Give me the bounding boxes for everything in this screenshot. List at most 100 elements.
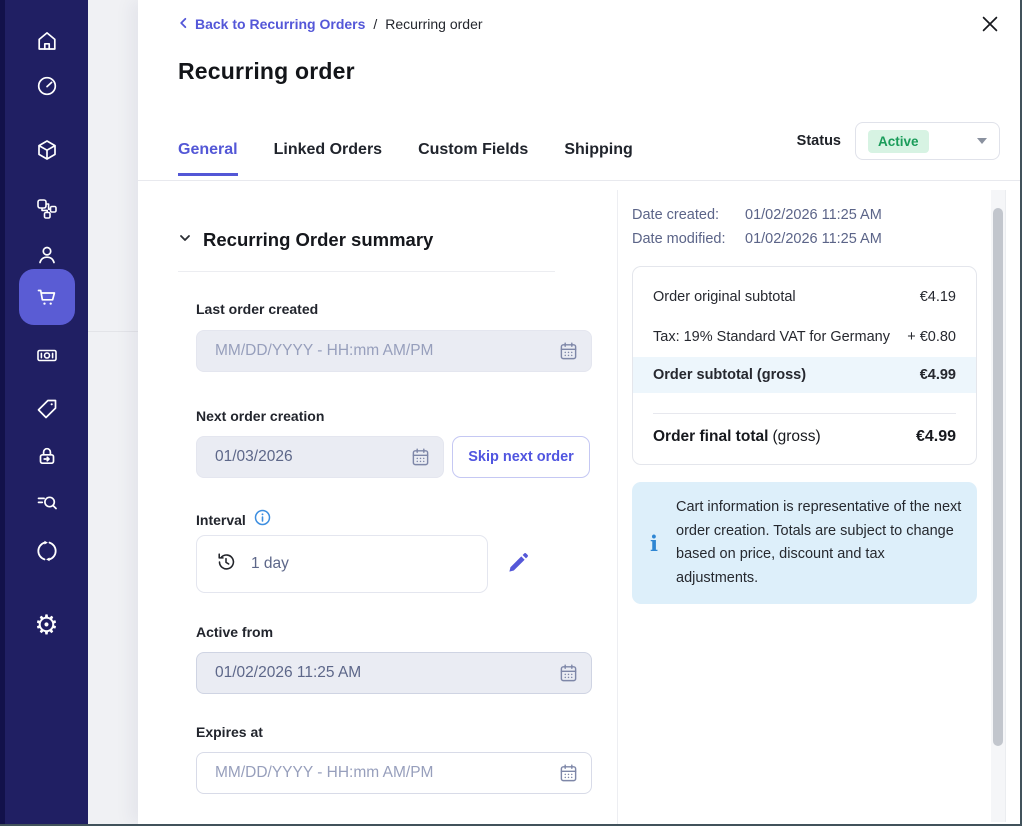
sidebar-item-dashboard[interactable] — [27, 66, 67, 106]
calendar-icon — [557, 340, 580, 363]
active-from-input — [196, 652, 592, 694]
active-from-field — [196, 652, 592, 694]
row-value: €4.99 — [920, 367, 956, 383]
final-total-label: Order final total — [653, 428, 768, 445]
scrollbar-thumb[interactable] — [993, 208, 1003, 746]
sidebar-item-categories[interactable] — [27, 189, 67, 229]
last-order-created-label: Last order created — [196, 301, 318, 317]
card-divider — [653, 413, 956, 414]
sidebar-item-access[interactable] — [27, 436, 67, 476]
sidebar-item-products[interactable] — [27, 130, 67, 170]
summary-section-title: Recurring Order summary — [203, 229, 433, 251]
back-link[interactable]: Back to Recurring Orders — [178, 16, 365, 32]
sidebar-item-settings[interactable]: ⚙ — [27, 605, 67, 645]
cart-info-note: i Cart information is representative of … — [632, 482, 977, 604]
interval-label-row: Interval — [196, 509, 271, 531]
categories-flow-icon — [35, 197, 59, 221]
tab-bar: General Linked Orders Custom Fields Ship… — [178, 141, 633, 176]
home-icon — [35, 29, 59, 53]
status-group: Status Active — [797, 122, 1000, 160]
recurring-order-drawer: Back to Recurring Orders / Recurring ord… — [138, 0, 1020, 824]
close-icon — [979, 13, 1001, 38]
chevron-left-icon — [178, 16, 189, 32]
skip-next-order-button[interactable]: Skip next order — [452, 436, 590, 478]
row-value: €4.19 — [920, 285, 956, 309]
close-button[interactable] — [976, 11, 1004, 39]
sidebar-item-home[interactable] — [27, 21, 67, 61]
dashboard-icon — [35, 74, 59, 98]
sidebar-item-payments[interactable] — [27, 335, 67, 375]
calendar-icon — [557, 662, 580, 685]
sidebar-item-promotions[interactable] — [27, 389, 67, 429]
subtotal-highlight-row: Order subtotal (gross) €4.99 — [633, 357, 976, 393]
row-label: Tax: 19% Standard VAT for Germany — [653, 325, 890, 349]
next-order-creation-input[interactable] — [196, 436, 444, 478]
expires-at-field — [196, 752, 592, 794]
sidebar-item-orders[interactable] — [19, 269, 75, 325]
column-divider — [617, 190, 618, 826]
info-circle-icon[interactable] — [254, 509, 271, 531]
sidebar: ⚙ — [0, 0, 88, 824]
table-row: Tax: 19% Standard VAT for Germany + €0.8… — [653, 325, 956, 349]
app-window: ⚙ Back to Recurring Orders / Recurring o… — [0, 0, 1022, 826]
next-order-creation-field — [196, 436, 444, 478]
tab-shipping[interactable]: Shipping — [564, 141, 632, 176]
page-background — [88, 0, 138, 824]
calendar-icon[interactable] — [409, 446, 432, 469]
interval-label: Interval — [196, 512, 246, 528]
tab-linked-orders[interactable]: Linked Orders — [274, 141, 382, 176]
section-divider — [178, 271, 555, 272]
final-total-value: €4.99 — [916, 428, 956, 446]
payments-money-icon — [35, 343, 59, 367]
date-created-value: 01/02/2026 11:25 AM — [745, 203, 882, 227]
final-total-row: Order final total (gross) €4.99 — [653, 428, 956, 446]
last-order-created-field — [196, 330, 592, 372]
promotions-tag-icon — [35, 397, 59, 421]
sidebar-item-recurring[interactable] — [27, 531, 67, 571]
back-link-label: Back to Recurring Orders — [195, 16, 365, 32]
row-label: Order subtotal (gross) — [653, 367, 806, 383]
access-lock-icon — [35, 444, 59, 468]
active-from-label: Active from — [196, 624, 273, 640]
info-icon: i — [650, 531, 658, 556]
summary-section-toggle[interactable]: Recurring Order summary — [178, 229, 433, 251]
date-modified-label: Date modified: — [632, 227, 745, 251]
status-label: Status — [797, 133, 841, 149]
last-order-created-input — [196, 330, 592, 372]
date-modified-row: Date modified: 01/02/2026 11:25 AM — [632, 227, 882, 251]
breadcrumb-separator: / — [373, 16, 377, 32]
order-totals-card: Order original subtotal €4.19 Tax: 19% S… — [632, 266, 977, 465]
recurring-sync-icon — [35, 539, 59, 563]
tab-custom-fields[interactable]: Custom Fields — [418, 141, 528, 176]
record-dates: Date created: 01/02/2026 11:25 AM Date m… — [632, 203, 882, 251]
date-created-label: Date created: — [632, 203, 745, 227]
chevron-down-icon — [178, 231, 192, 250]
chevron-down-icon — [977, 138, 987, 144]
settings-gear-icon: ⚙ — [34, 612, 58, 639]
sidebar-item-audit[interactable] — [27, 483, 67, 523]
orders-cart-icon — [35, 285, 59, 309]
final-total-label-suffix: (gross) — [772, 428, 820, 445]
tabs-divider — [138, 180, 1020, 181]
date-modified-value: 01/02/2026 11:25 AM — [745, 227, 882, 251]
breadcrumb: Back to Recurring Orders / Recurring ord… — [178, 16, 483, 32]
interval-value: 1 day — [251, 555, 289, 573]
tab-general[interactable]: General — [178, 141, 238, 176]
page-title: Recurring order — [178, 58, 355, 85]
next-order-creation-label: Next order creation — [196, 408, 324, 424]
row-label: Order original subtotal — [653, 285, 796, 309]
date-created-row: Date created: 01/02/2026 11:25 AM — [632, 203, 882, 227]
history-icon — [215, 551, 237, 578]
calendar-icon[interactable] — [557, 762, 580, 785]
edit-interval-button[interactable] — [504, 550, 532, 578]
row-value: + €0.80 — [907, 325, 956, 349]
audit-search-icon — [35, 491, 59, 515]
scrollbar-track[interactable] — [991, 190, 1006, 822]
cart-info-text: Cart information is representative of th… — [676, 496, 963, 590]
interval-display: 1 day — [196, 535, 488, 593]
expires-at-input[interactable] — [196, 752, 592, 794]
table-row: Order original subtotal €4.19 — [653, 285, 956, 309]
status-badge: Active — [868, 130, 929, 153]
status-dropdown[interactable]: Active — [855, 122, 1000, 160]
pencil-icon — [507, 551, 530, 577]
